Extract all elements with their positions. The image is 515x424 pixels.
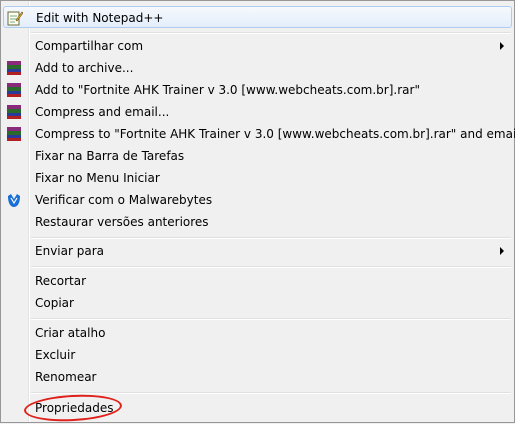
menu-item-label: Add to archive... <box>35 61 134 75</box>
menu-item-label: Fixar na Barra de Tarefas <box>35 149 185 163</box>
menu-separator <box>31 32 511 34</box>
menu-item-renomear[interactable]: Renomear <box>3 366 512 388</box>
menu-item-compress-to-rar-and-email[interactable]: Compress to "Fortnite AHK Trainer v 3.0 … <box>3 123 515 145</box>
menu-item-label: Renomear <box>35 370 97 384</box>
menu-item-compartilhar-com[interactable]: Compartilhar com <box>3 35 512 57</box>
menu-item-label: Compress to "Fortnite AHK Trainer v 3.0 … <box>35 127 515 141</box>
winrar-icon <box>6 60 22 76</box>
menu-item-copiar[interactable]: Copiar <box>3 292 512 314</box>
menu-item-label: Fixar no Menu Iniciar <box>35 171 160 185</box>
menu-item-restaurar-versoes[interactable]: Restaurar versões anteriores <box>3 211 512 233</box>
menu-item-label: Restaurar versões anteriores <box>35 215 209 229</box>
menu-item-enviar-para[interactable]: Enviar para <box>3 240 512 262</box>
menu-separator <box>31 318 511 320</box>
menu-item-label: Edit with Notepad++ <box>36 11 164 25</box>
menu-item-verificar-malwarebytes[interactable]: Verificar com o Malwarebytes <box>3 189 512 211</box>
menu-item-label: Recortar <box>35 274 87 288</box>
menu-item-recortar[interactable]: Recortar <box>3 270 512 292</box>
menu-item-add-to-archive[interactable]: Add to archive... <box>3 57 512 79</box>
notepad-icon <box>7 10 24 26</box>
menu-item-excluir[interactable]: Excluir <box>3 344 512 366</box>
malwarebytes-icon <box>6 192 22 208</box>
menu-item-label: Criar atalho <box>35 326 106 340</box>
menu-separator <box>31 237 511 239</box>
menu-separator <box>31 392 511 394</box>
menu-item-criar-atalho[interactable]: Criar atalho <box>3 322 512 344</box>
menu-item-edit-with-notepad[interactable]: Edit with Notepad++ <box>3 6 512 28</box>
menu-item-label: Compress and email... <box>35 105 170 119</box>
menu-item-compress-and-email[interactable]: Compress and email... <box>3 101 512 123</box>
menu-item-label: Verificar com o Malwarebytes <box>35 193 213 207</box>
menu-item-fixar-menu-iniciar[interactable]: Fixar no Menu Iniciar <box>3 167 512 189</box>
menu-item-label: Add to "Fortnite AHK Trainer v 3.0 [www.… <box>35 83 420 97</box>
menu-item-label: Enviar para <box>35 244 104 258</box>
winrar-icon <box>6 104 22 120</box>
menu-separator <box>31 266 511 268</box>
menu-item-label: Excluir <box>35 348 76 362</box>
menu-item-add-to-rar[interactable]: Add to "Fortnite AHK Trainer v 3.0 [www.… <box>3 79 512 101</box>
submenu-arrow-icon <box>500 247 504 255</box>
winrar-icon <box>6 126 22 142</box>
menu-item-label: Compartilhar com <box>35 39 144 53</box>
submenu-arrow-icon <box>500 42 504 50</box>
winrar-icon <box>6 82 22 98</box>
menu-item-label: Copiar <box>35 296 74 310</box>
context-menu: Edit with Notepad++ Compartilhar com Add… <box>0 0 515 424</box>
menu-item-fixar-barra-tarefas[interactable]: Fixar na Barra de Tarefas <box>3 145 512 167</box>
